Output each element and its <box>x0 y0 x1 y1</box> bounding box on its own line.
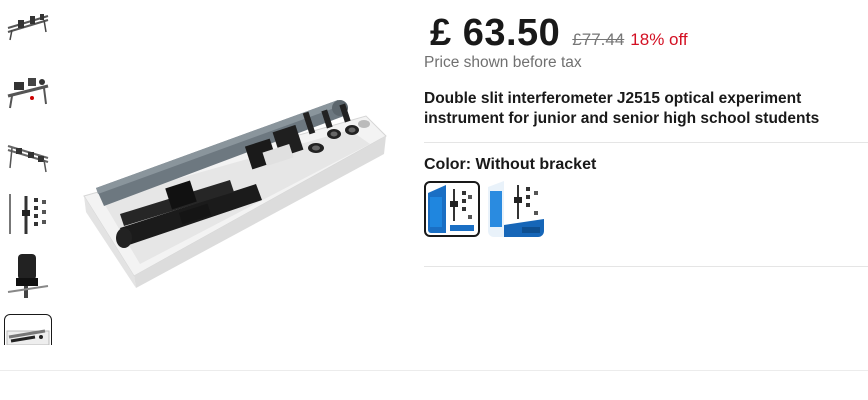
product-title: Double slit interferometer J2515 optical… <box>424 90 820 127</box>
thumbnail-gallery <box>4 0 54 345</box>
divider <box>424 142 868 143</box>
thumbnail-5[interactable] <box>4 252 52 300</box>
main-product-image[interactable] <box>80 88 390 288</box>
color-swatch-selected[interactable] <box>424 181 480 237</box>
product-swatch-blue-box-icon <box>428 185 476 233</box>
current-price: £ 63.50 <box>430 12 561 54</box>
original-price: £77.44 <box>572 30 625 49</box>
product-swatch-white-box-icon <box>488 181 544 237</box>
divider <box>424 266 868 267</box>
discount-badge: 18% off <box>630 30 688 49</box>
thumbnail-2[interactable] <box>4 64 52 112</box>
color-swatch[interactable] <box>488 181 544 237</box>
color-label: Color: Without bracket <box>424 156 597 173</box>
price-row: £ 63.50 £77.44 18% off <box>430 12 688 55</box>
section-divider <box>0 370 868 371</box>
product-info: £ 63.50 £77.44 18% off Price shown befor… <box>424 0 868 330</box>
thumbnail-4[interactable] <box>4 190 52 238</box>
thumbnail-6-selected[interactable] <box>4 314 52 345</box>
thumbnail-1[interactable] <box>4 2 52 50</box>
tax-note: Price shown before tax <box>424 54 582 71</box>
thumbnail-3[interactable] <box>4 128 52 176</box>
